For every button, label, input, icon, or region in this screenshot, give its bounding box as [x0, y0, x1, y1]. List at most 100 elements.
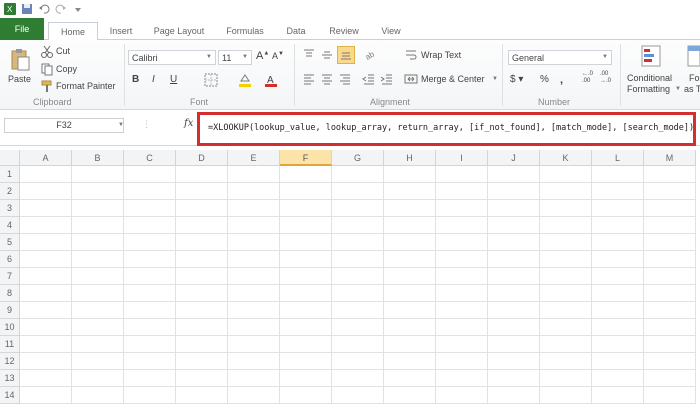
cell-l10[interactable] — [592, 319, 644, 336]
cut-label[interactable]: Cut — [56, 46, 70, 56]
cell-h11[interactable] — [384, 336, 436, 353]
row-header-6[interactable]: 6 — [0, 251, 20, 268]
cell-k12[interactable] — [540, 353, 592, 370]
cell-h10[interactable] — [384, 319, 436, 336]
cell-a2[interactable] — [20, 183, 72, 200]
cell-a8[interactable] — [20, 285, 72, 302]
align-center-icon[interactable] — [320, 72, 334, 86]
cell-g13[interactable] — [332, 370, 384, 387]
bold-icon[interactable]: B — [132, 74, 139, 85]
comma-style-icon[interactable]: , — [560, 74, 563, 86]
row-header-14[interactable]: 14 — [0, 387, 20, 404]
cell-c14[interactable] — [124, 387, 176, 404]
cell-g7[interactable] — [332, 268, 384, 285]
font-size-select[interactable]: 11 ▼ — [218, 50, 252, 65]
cell-g14[interactable] — [332, 387, 384, 404]
paste-label[interactable]: Paste — [8, 74, 31, 84]
cell-i5[interactable] — [436, 234, 488, 251]
cell-a14[interactable] — [20, 387, 72, 404]
cell-d12[interactable] — [176, 353, 228, 370]
cell-m8[interactable] — [644, 285, 696, 302]
row-header-5[interactable]: 5 — [0, 234, 20, 251]
orientation-icon[interactable]: ab — [364, 48, 378, 62]
cell-f1[interactable] — [280, 166, 332, 183]
cell-b13[interactable] — [72, 370, 124, 387]
tab-data[interactable]: Data — [282, 22, 310, 40]
cell-m6[interactable] — [644, 251, 696, 268]
cell-b4[interactable] — [72, 217, 124, 234]
cell-m11[interactable] — [644, 336, 696, 353]
cell-g10[interactable] — [332, 319, 384, 336]
cell-i1[interactable] — [436, 166, 488, 183]
number-format-select[interactable]: General ▼ — [508, 50, 612, 65]
cell-i4[interactable] — [436, 217, 488, 234]
cell-a11[interactable] — [20, 336, 72, 353]
format-as-table-label-2[interactable]: as T — [684, 84, 700, 94]
formatting-label[interactable]: Formatting — [627, 84, 670, 94]
cell-a4[interactable] — [20, 217, 72, 234]
name-box[interactable]: F32 — [4, 118, 124, 133]
middle-align-icon[interactable] — [320, 48, 334, 62]
column-header-m[interactable]: M — [644, 150, 696, 166]
cell-g12[interactable] — [332, 353, 384, 370]
cell-b2[interactable] — [72, 183, 124, 200]
cell-l5[interactable] — [592, 234, 644, 251]
cell-m7[interactable] — [644, 268, 696, 285]
cell-c6[interactable] — [124, 251, 176, 268]
tab-file[interactable]: File — [0, 18, 44, 40]
cell-c3[interactable] — [124, 200, 176, 217]
cell-f11[interactable] — [280, 336, 332, 353]
cell-d1[interactable] — [176, 166, 228, 183]
cell-j7[interactable] — [488, 268, 540, 285]
cell-d4[interactable] — [176, 217, 228, 234]
format-painter-icon[interactable] — [40, 79, 54, 93]
cell-d13[interactable] — [176, 370, 228, 387]
cell-d9[interactable] — [176, 302, 228, 319]
cell-c5[interactable] — [124, 234, 176, 251]
cell-c2[interactable] — [124, 183, 176, 200]
row-header-9[interactable]: 9 — [0, 302, 20, 319]
cell-b10[interactable] — [72, 319, 124, 336]
cell-m4[interactable] — [644, 217, 696, 234]
column-header-g[interactable]: G — [332, 150, 384, 166]
shrink-font-icon[interactable]: A▼ — [272, 51, 284, 61]
row-header-11[interactable]: 11 — [0, 336, 20, 353]
cell-m5[interactable] — [644, 234, 696, 251]
cell-m9[interactable] — [644, 302, 696, 319]
cell-e5[interactable] — [228, 234, 280, 251]
cell-e9[interactable] — [228, 302, 280, 319]
row-header-3[interactable]: 3 — [0, 200, 20, 217]
format-as-table-label-1[interactable]: Fo — [689, 73, 700, 83]
cell-e11[interactable] — [228, 336, 280, 353]
cell-j9[interactable] — [488, 302, 540, 319]
cell-j4[interactable] — [488, 217, 540, 234]
row-header-7[interactable]: 7 — [0, 268, 20, 285]
cell-d5[interactable] — [176, 234, 228, 251]
cell-i2[interactable] — [436, 183, 488, 200]
cell-k7[interactable] — [540, 268, 592, 285]
column-header-i[interactable]: I — [436, 150, 488, 166]
cell-e3[interactable] — [228, 200, 280, 217]
cell-b7[interactable] — [72, 268, 124, 285]
cell-g9[interactable] — [332, 302, 384, 319]
decrease-indent-icon[interactable] — [362, 72, 376, 86]
column-header-l[interactable]: L — [592, 150, 644, 166]
font-color-icon[interactable]: A — [264, 73, 278, 87]
cell-b1[interactable] — [72, 166, 124, 183]
cell-k11[interactable] — [540, 336, 592, 353]
increase-indent-icon[interactable] — [380, 72, 394, 86]
cell-e7[interactable] — [228, 268, 280, 285]
cell-f3[interactable] — [280, 200, 332, 217]
cell-d11[interactable] — [176, 336, 228, 353]
grow-font-icon[interactable]: A▲ — [256, 50, 269, 62]
cell-a12[interactable] — [20, 353, 72, 370]
cell-h5[interactable] — [384, 234, 436, 251]
conditional-formatting-dropdown-icon[interactable]: ▼ — [675, 86, 681, 92]
cell-g4[interactable] — [332, 217, 384, 234]
cell-i14[interactable] — [436, 387, 488, 404]
row-header-4[interactable]: 4 — [0, 217, 20, 234]
cell-c7[interactable] — [124, 268, 176, 285]
cell-i8[interactable] — [436, 285, 488, 302]
cell-a6[interactable] — [20, 251, 72, 268]
tab-page-layout[interactable]: Page Layout — [150, 22, 208, 40]
